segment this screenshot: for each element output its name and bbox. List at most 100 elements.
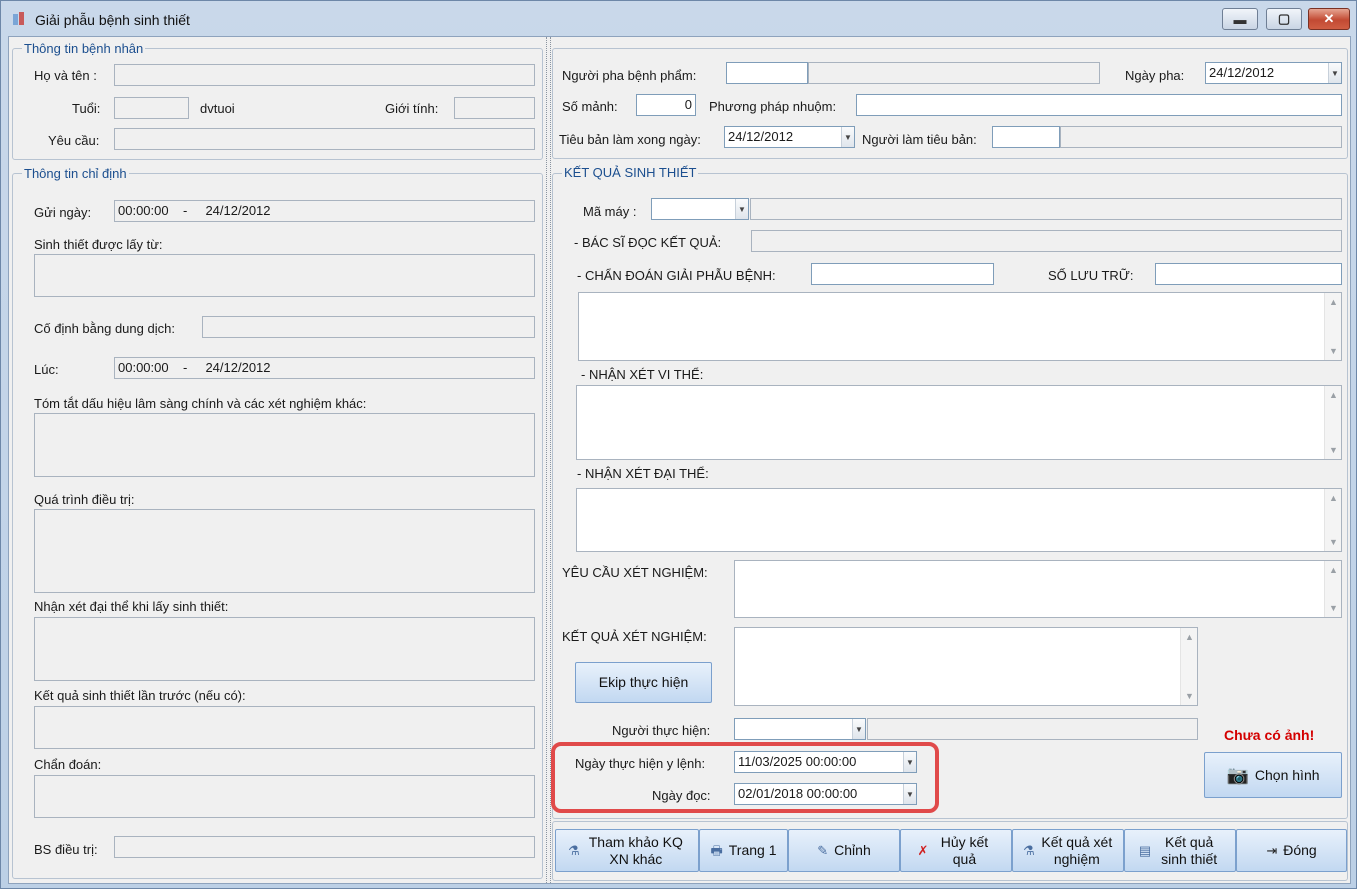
macro-label: - NHẬN XÉT ĐẠI THỂ:: [577, 466, 709, 481]
preparer-name-field: [808, 62, 1100, 84]
slide-maker-name-field: [1060, 126, 1342, 148]
edit-button[interactable]: ✎ Chỉnh: [788, 829, 900, 872]
source-textarea[interactable]: [34, 254, 535, 297]
patient-legend: Thông tin bệnh nhân: [22, 41, 146, 56]
age-field[interactable]: [114, 97, 189, 119]
slide-maker-code-input[interactable]: [992, 126, 1060, 148]
fixative-label: Cố định bằng dung dịch:: [34, 321, 175, 336]
previous-result-label: Kết quả sinh thiết lần trước (nếu có):: [34, 688, 246, 703]
summary-label: Tóm tắt dấu hiệu lâm sàng chính và các x…: [34, 396, 367, 411]
performer-dropdown[interactable]: ▼: [734, 718, 866, 740]
gender-field[interactable]: [454, 97, 535, 119]
fixative-field[interactable]: [202, 316, 535, 338]
preparer-code-input[interactable]: [726, 62, 808, 84]
minimize-button[interactable]: ▬: [1222, 8, 1258, 30]
request-label: Yêu cầu:: [48, 133, 100, 148]
source-label: Sinh thiết được lấy từ:: [34, 237, 163, 252]
name-label: Họ và tên :: [34, 68, 97, 83]
preparer-label: Người pha bệnh phẩm:: [562, 68, 697, 83]
request-field[interactable]: [114, 128, 535, 150]
choose-image-label: Chọn hình: [1254, 766, 1320, 783]
performer-label: Người thực hiện:: [612, 723, 711, 738]
biopsy-result-button[interactable]: ▤ Kết quả sinh thiết: [1124, 829, 1236, 872]
micro-label: - NHẬN XÉT VI THỂ:: [581, 367, 704, 382]
test-result-button[interactable]: ⚗ Kết quả xét nghiệm: [1012, 829, 1124, 872]
highlight-frame: [551, 742, 939, 813]
summary-textarea[interactable]: [34, 413, 535, 477]
sent-date-field[interactable]: 00:00:00 - 24/12/2012: [114, 200, 535, 222]
archive-input[interactable]: [1155, 263, 1342, 285]
diagnosis-textarea[interactable]: [578, 292, 1342, 361]
order-legend: Thông tin chỉ định: [22, 166, 129, 181]
name-field[interactable]: [114, 64, 535, 86]
cancel-result-label: Hủy kết quả: [940, 833, 989, 867]
treating-doctor-field[interactable]: [114, 836, 535, 858]
biopsy-result-label: Kết quả sinh thiết: [1161, 833, 1218, 867]
camera-icon: 📷: [1226, 764, 1249, 785]
slide-date-label: Tiêu bản làm xong ngày:: [559, 132, 701, 147]
age-label: Tuổi:: [72, 101, 101, 116]
pathology-diagnosis-label: - CHẨN ĐOÁN GIẢI PHẪU BỆNH:: [577, 268, 776, 283]
scrollbar[interactable]: [1180, 628, 1197, 705]
previous-result-textarea[interactable]: [34, 706, 535, 749]
test-result-textarea[interactable]: [734, 627, 1198, 706]
pieces-label: Số mảnh:: [562, 99, 618, 114]
reference-results-label: Tham khảo KQ XN khác: [588, 833, 683, 867]
reader-field: [751, 230, 1342, 252]
close-form-button[interactable]: ⇥ Đóng: [1236, 829, 1347, 872]
gross-biopsy-textarea[interactable]: [34, 617, 535, 681]
page-label: Trang 1: [728, 842, 777, 858]
gross-biopsy-label: Nhận xét đại thể khi lấy sinh thiết:: [34, 599, 229, 614]
machine-dropdown[interactable]: ▼: [651, 198, 749, 220]
close-button[interactable]: ✕: [1308, 8, 1350, 30]
diagnosis-textarea[interactable]: [34, 775, 535, 818]
performer-name-field: [867, 718, 1198, 740]
reader-label: - BÁC SĨ ĐỌC KẾT QUẢ:: [574, 235, 722, 250]
micro-textarea[interactable]: [576, 385, 1342, 460]
at-time-field[interactable]: 00:00:00 - 24/12/2012: [114, 357, 535, 379]
treating-doctor-label: BS điều trị:: [34, 842, 98, 857]
scrollbar[interactable]: [1324, 386, 1341, 459]
test-request-label: YÊU CẦU XÉT NGHIỆM:: [562, 565, 708, 580]
window-title: Giải phẫu bệnh sinh thiết: [35, 12, 190, 28]
result-legend: KẾT QUẢ SINH THIẾT: [562, 165, 699, 180]
chevron-down-icon[interactable]: ▼: [841, 127, 854, 147]
slide-date-picker[interactable]: 24/12/2012 ▼: [724, 126, 855, 148]
choose-image-button[interactable]: 📷 Chọn hình: [1204, 752, 1342, 798]
close-form-label: Đóng: [1283, 842, 1317, 858]
maximize-button[interactable]: ▢: [1266, 8, 1302, 30]
prep-date-value: 24/12/2012: [1209, 65, 1275, 80]
printer-icon: 🖶: [710, 843, 723, 858]
chevron-down-icon[interactable]: ▼: [852, 719, 865, 739]
pathology-diagnosis-input[interactable]: [811, 263, 994, 285]
slide-maker-label: Người làm tiêu bản:: [862, 132, 977, 147]
edit-icon: ✎: [817, 843, 829, 858]
no-image-warning: Chưa có ảnh!: [1224, 727, 1315, 743]
treatment-textarea[interactable]: [34, 509, 535, 593]
chevron-down-icon[interactable]: ▼: [735, 199, 748, 219]
stain-label: Phương pháp nhuộm:: [709, 99, 837, 114]
page-button[interactable]: 🖶 Trang 1: [699, 829, 788, 872]
at-time-label: Lúc:: [34, 362, 59, 377]
pieces-input[interactable]: 0: [636, 94, 696, 116]
lab-icon: ⚗: [568, 843, 580, 858]
test-request-textarea[interactable]: [734, 560, 1342, 618]
stain-input[interactable]: [856, 94, 1342, 116]
gender-label: Giới tính:: [385, 101, 439, 116]
test-result-label: KẾT QUẢ XÉT NGHIỆM:: [562, 629, 707, 644]
sent-date-label: Gửi ngày:: [34, 205, 92, 220]
ekip-button[interactable]: Ekip thực hiện: [575, 662, 712, 703]
prep-date-picker[interactable]: 24/12/2012 ▼: [1205, 62, 1342, 84]
slide-date-value: 24/12/2012: [728, 129, 794, 144]
scrollbar[interactable]: [1324, 293, 1341, 360]
chevron-down-icon[interactable]: ▼: [1328, 63, 1341, 83]
scrollbar[interactable]: [1324, 561, 1341, 617]
cross-icon: ✗: [917, 843, 929, 858]
reference-results-button[interactable]: ⚗ Tham khảo KQ XN khác: [555, 829, 699, 872]
cancel-result-button[interactable]: ✗ Hủy kết quả: [900, 829, 1012, 872]
app-icon: [13, 12, 24, 25]
macro-textarea[interactable]: [576, 488, 1342, 552]
exit-icon: ⇥: [1266, 843, 1278, 858]
scrollbar[interactable]: [1324, 489, 1341, 551]
archive-label: SỐ LƯU TRỮ:: [1048, 268, 1134, 283]
